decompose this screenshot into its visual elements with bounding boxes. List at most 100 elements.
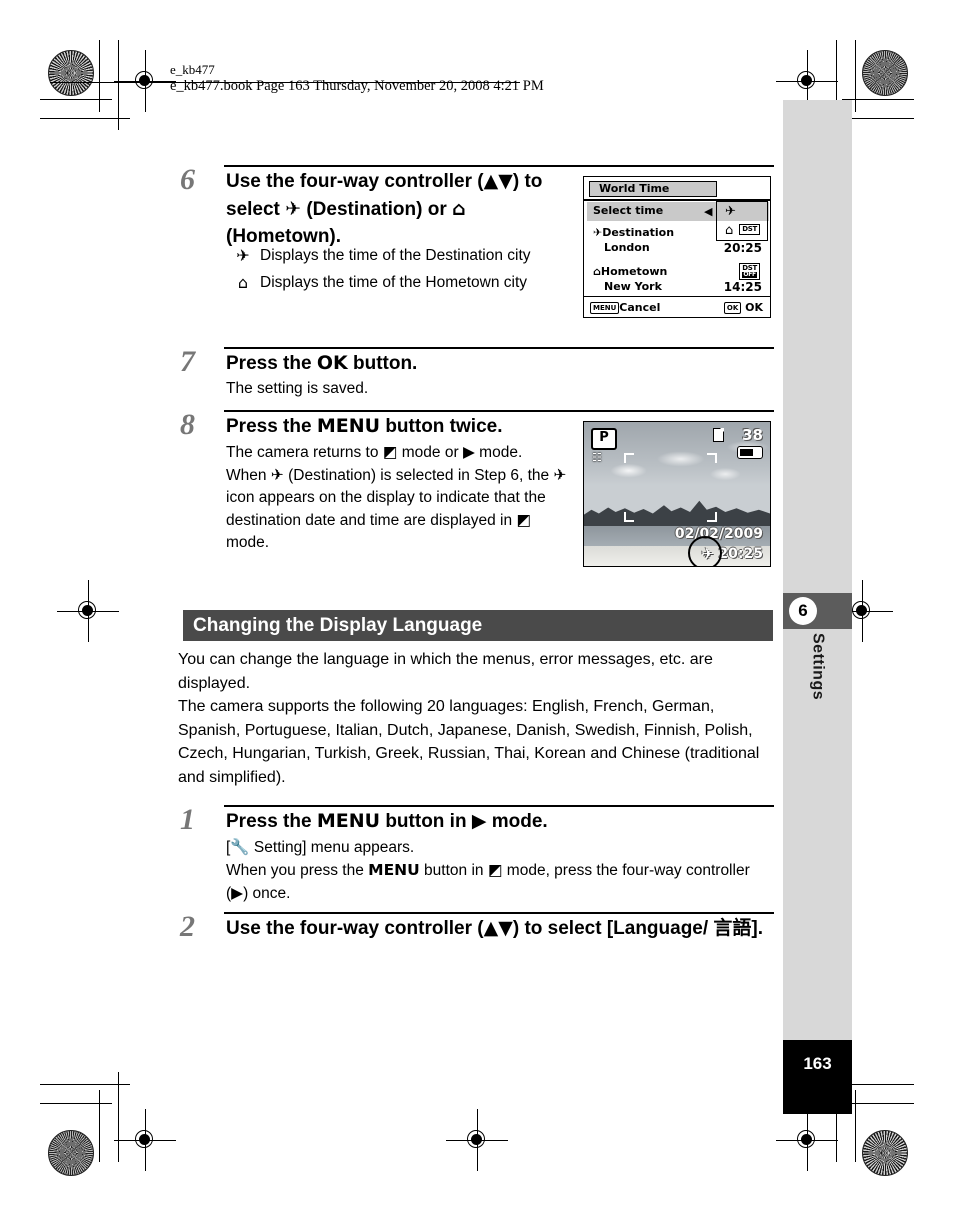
crop-mark (99, 1090, 101, 1162)
camera-preview-screen: P ☷ 38 02/02/2009 20:25 ✈ (583, 421, 771, 567)
airplane-icon: ✈ (236, 246, 250, 265)
select-time-dropdown[interactable]: ✈ ⌂ (716, 201, 768, 241)
step-6-rule (224, 165, 774, 167)
destination-dst-badge: DST (739, 224, 760, 235)
hometown-dst-badge: DST OFF (739, 263, 760, 280)
preview-time: 20:25 (718, 546, 763, 562)
step-2-rule (224, 912, 774, 914)
registration-target-bottom-right (776, 1109, 838, 1171)
step-1-body: [🔧 Setting] menu appears. When you press… (226, 838, 750, 902)
step-7-number: 7 (180, 345, 195, 378)
print-rosette-top-right (862, 50, 908, 96)
step-6-subitem-hometown-text: Displays the time of the Hometown city (260, 273, 528, 291)
registration-target-bottom-center (446, 1109, 508, 1171)
select-time-label: Select time (593, 204, 664, 217)
hometown-city: New York (604, 280, 662, 293)
hometown-time: 14:25 (723, 280, 762, 294)
hometown-label: Hometown (600, 265, 668, 278)
world-time-tab-title: World Time (589, 181, 717, 197)
capture-mode-icon: ◩ (487, 861, 503, 879)
chapter-sidebar-band (783, 100, 852, 1040)
section-paragraphs: You can change the language in which the… (178, 648, 778, 789)
shooting-mode-badge: P (591, 428, 617, 450)
crop-mark (40, 1084, 130, 1086)
section-paragraph-1: You can change the language in which the… (178, 651, 713, 692)
chapter-number: 6 (789, 597, 817, 625)
crop-mark (842, 99, 914, 101)
crop-mark (842, 1103, 914, 1105)
ok-action[interactable]: OK OK (723, 301, 763, 314)
section-heading-bar: Changing the Display Language (183, 610, 773, 641)
step-8-title: Press the MENU button twice. (226, 415, 503, 437)
print-header-text: e_kb477.book Page 163 Thursday, November… (170, 78, 544, 94)
world-time-bottom-divider (584, 295, 770, 297)
step-6-number: 6 (180, 163, 195, 196)
ok-label: OK (745, 301, 763, 314)
hometown-row: ⌂Hometown (593, 265, 667, 278)
step-7-body: The setting is saved. (226, 380, 369, 397)
step-6-subitem-hometown: ⌂ Displays the time of the Hometown city (226, 272, 576, 295)
registration-target-top-right (776, 50, 838, 112)
destination-time: 20:25 (723, 241, 762, 255)
menu-key-icon: MENU (590, 302, 620, 314)
registration-target-top-left (114, 50, 176, 112)
step-2-title: Use the four-way controller (▲▼) to sele… (226, 917, 764, 939)
section-paragraph-2: The camera supports the following 20 lan… (178, 698, 760, 786)
hometown-dst-state: OFF (742, 271, 757, 278)
print-rosette-bottom-left (48, 1130, 94, 1176)
step-6-subitem-destination: ✈ Displays the time of the Destination c… (226, 245, 576, 268)
step-1-rule (224, 805, 774, 807)
destination-row: ✈Destination (593, 226, 674, 239)
home-icon: ⌂ (593, 265, 601, 278)
af-frame-corner (624, 453, 634, 463)
section-heading-text: Changing the Display Language (193, 615, 483, 636)
playback-mode-icon: ▶ (471, 810, 487, 832)
step-8-body: The camera returns to ◩ mode or ▶ mode. … (226, 443, 567, 551)
af-frame-corner (707, 512, 717, 522)
step-1-title: Press the MENU button in ▶ mode. (226, 810, 548, 832)
shots-remaining: 38 (742, 426, 763, 444)
step-7-title: Press the OK button. (226, 352, 418, 374)
memory-card-icon (713, 428, 724, 442)
destination-label: Destination (602, 226, 675, 239)
step-8-number: 8 (180, 408, 195, 441)
crop-mark (40, 118, 130, 120)
step-8-rule (224, 410, 774, 412)
print-rosette-bottom-right (862, 1130, 908, 1176)
wrench-icon: 🔧 (230, 838, 250, 856)
capture-mode-icon: ◩ (382, 443, 398, 461)
destination-dst-text: DST (742, 225, 757, 233)
page-number: 163 (783, 1040, 852, 1114)
chapter-name-text: Settings (809, 633, 827, 701)
crop-mark (118, 1072, 120, 1162)
step-2-number: 2 (180, 910, 195, 943)
corner-file-label: e_kb477 (170, 62, 215, 77)
step-6-title: Use the four-way controller (▲▼) to sele… (226, 170, 543, 247)
airplane-icon: ✈ (593, 226, 603, 239)
step-6-sublist: ✈ Displays the time of the Destination c… (226, 245, 576, 295)
face-detection-icon: ☷ (592, 451, 602, 464)
crop-mark (40, 99, 112, 101)
registration-target-bottom-left (114, 1109, 176, 1171)
home-icon: ⌂ (237, 272, 249, 292)
world-time-screen: World Time Select time ◀ ✈ ⌂ ✈Destinatio… (583, 176, 771, 318)
print-rosette-top-left (48, 50, 94, 96)
battery-icon (737, 446, 763, 459)
battery-fill (740, 449, 753, 456)
crop-mark (855, 1090, 857, 1162)
cancel-label: Cancel (619, 301, 661, 314)
chapter-name: Settings (783, 633, 852, 763)
crop-mark (99, 40, 101, 112)
dropdown-option-destination[interactable]: ✈ (717, 202, 767, 221)
af-frame-corner (624, 512, 634, 522)
crop-mark (855, 40, 857, 112)
cancel-action[interactable]: MENU Cancel (590, 301, 660, 314)
crop-mark (40, 1103, 112, 1105)
destination-city: London (604, 241, 650, 254)
highlight-circle (688, 536, 722, 566)
step-7-rule (224, 347, 774, 349)
step-6-subitem-destination-text: Displays the time of the Destination cit… (260, 247, 531, 264)
registration-target-left-middle (57, 580, 119, 642)
step-1-number: 1 (180, 803, 195, 836)
af-frame-corner (707, 453, 717, 463)
